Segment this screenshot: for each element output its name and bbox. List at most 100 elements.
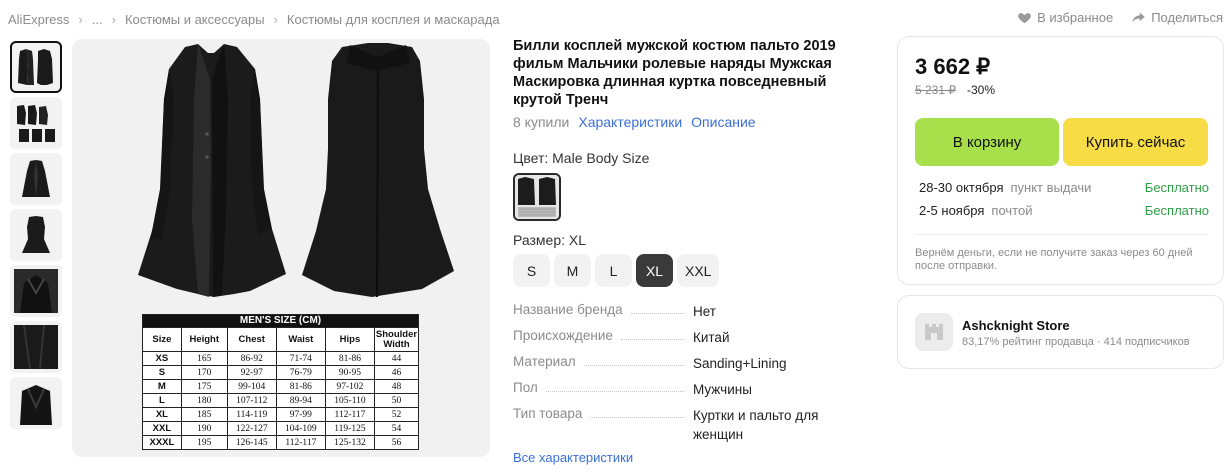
size-chart-header: Chest: [226, 327, 277, 352]
size-chart-header: Waist: [275, 327, 326, 352]
coat-image: [14, 269, 58, 313]
store-logo: [915, 313, 953, 351]
store-subscribers: 414 подписчиков: [1103, 336, 1190, 348]
thumbnail-5[interactable]: [10, 265, 62, 317]
size-option-xl[interactable]: XL: [636, 254, 673, 287]
table-cell: 81-86: [324, 351, 376, 366]
thumbnail-4[interactable]: [10, 209, 62, 261]
share-label: Поделиться: [1151, 10, 1223, 25]
table-row: M 175 99-104 81-86 97-102 48: [142, 379, 419, 394]
table-row: S 170 92-97 76-79 90-95 46: [142, 365, 419, 380]
thumbnail-6[interactable]: [10, 321, 62, 373]
main-product-image[interactable]: MEN'S SIZE (CM) Size Height Chest Waist …: [72, 39, 490, 457]
spec-row: Пол Мужчины: [513, 380, 853, 406]
table-cell: 46: [374, 365, 419, 380]
divider: [915, 234, 1208, 235]
table-cell: 92-97: [226, 365, 277, 380]
breadcrumb-item-cosplay[interactable]: Костюмы для косплея и маскарада: [287, 12, 500, 27]
thumbnail-7[interactable]: [10, 377, 62, 429]
thumbnail-3[interactable]: [10, 153, 62, 205]
spec-key: Пол: [513, 380, 538, 395]
store-card[interactable]: Ashcknight Store 83,17% рейтинг продавца…: [897, 295, 1224, 369]
chevron-right-icon: ›: [78, 11, 83, 27]
store-stats: 83,17% рейтинг продавца · 414 подписчико…: [962, 336, 1190, 348]
delivery-date: 2-5 ноября: [919, 203, 985, 218]
table-cell: 114-119: [226, 407, 277, 422]
table-cell: 71-74: [275, 351, 326, 366]
table-cell: L: [142, 393, 182, 408]
size-chart-header: Shoulder Width: [374, 327, 419, 352]
table-cell: 81-86: [275, 379, 326, 394]
coat-image: [17, 105, 55, 142]
table-cell: 90-95: [324, 365, 376, 380]
spec-key: Тип товара: [513, 406, 583, 421]
delivery-price: Бесплатно: [1144, 203, 1209, 218]
refund-note: Вернём деньги, если не получите заказ че…: [915, 247, 1193, 272]
table-cell: 170: [180, 365, 228, 380]
spec-value: Китай: [693, 330, 730, 345]
size-option-m[interactable]: M: [554, 254, 591, 287]
size-option-l[interactable]: L: [595, 254, 632, 287]
store-name[interactable]: Ashcknight Store: [962, 318, 1070, 333]
buy-box: 3 662 ₽ 5 231 ₽ -30% В корзину Купить се…: [897, 36, 1224, 285]
table-row: XXL 190 122-127 104-109 119-125 54: [142, 421, 419, 436]
table-cell: 112-117: [275, 435, 326, 450]
delivery-option[interactable]: 2-5 ноября почтой Бесплатно: [919, 203, 1209, 218]
size-selector: S M L XL XXL: [513, 254, 720, 287]
add-to-cart-button[interactable]: В корзину: [915, 118, 1059, 166]
thumbnail-list: [10, 41, 64, 433]
discount-badge: -30%: [967, 83, 996, 97]
favorite-button[interactable]: В избранное: [1017, 10, 1113, 25]
spec-value: Sanding+Lining: [693, 356, 787, 371]
size-chart-header: Height: [180, 327, 228, 352]
table-cell: 195: [180, 435, 228, 450]
price: 3 662 ₽: [915, 54, 991, 79]
table-cell: 185: [180, 407, 228, 422]
size-chart-table: MEN'S SIZE (CM) Size Height Chest Waist …: [142, 314, 419, 450]
table-cell: 104-109: [275, 421, 326, 436]
spec-value: Куртки и пальто для женщин: [693, 408, 819, 442]
coat-image: [22, 160, 50, 197]
breadcrumb-item-home[interactable]: AliExpress: [8, 12, 69, 27]
table-cell: 97-99: [275, 407, 326, 422]
buy-now-button[interactable]: Купить сейчас: [1063, 118, 1208, 166]
thumbnail-2[interactable]: [10, 97, 62, 149]
delivery-price: Бесплатно: [1144, 180, 1209, 195]
dot-separator: ·: [1096, 336, 1104, 348]
color-label: Цвет: Male Body Size: [513, 150, 650, 166]
table-cell: XL: [142, 407, 182, 422]
table-cell: 97-102: [324, 379, 376, 394]
table-cell: 89-94: [275, 393, 326, 408]
chevron-right-icon: ›: [111, 11, 116, 27]
favorite-label: В избранное: [1037, 10, 1114, 25]
table-cell: 54: [374, 421, 419, 436]
breadcrumb-item-costumes[interactable]: Костюмы и аксессуары: [125, 12, 265, 27]
color-swatch-male-body-size[interactable]: [513, 173, 561, 221]
characteristics-link[interactable]: Характеристики: [578, 114, 682, 130]
table-cell: 50: [374, 393, 419, 408]
table-cell: 119-125: [324, 421, 376, 436]
size-chart-header: Size: [142, 327, 182, 352]
delivery-date: 28-30 октября: [919, 180, 1004, 195]
size-option-xxl[interactable]: XXL: [677, 254, 720, 287]
table-cell: 44: [374, 351, 419, 366]
breadcrumb-item-ellipsis[interactable]: ...: [92, 12, 103, 27]
table-cell: 122-127: [226, 421, 277, 436]
all-specs-link[interactable]: Все характеристики: [513, 450, 633, 465]
coat-image: [20, 385, 52, 425]
chevron-right-icon: ›: [273, 11, 278, 27]
table-row: L 180 107-112 89-94 105-110 50: [142, 393, 419, 408]
spec-value: Нет: [693, 304, 716, 319]
old-price: 5 231 ₽: [915, 83, 956, 97]
share-button[interactable]: Поделиться: [1131, 10, 1223, 25]
size-option-s[interactable]: S: [513, 254, 550, 287]
bought-count: 8 купили: [513, 114, 570, 130]
spec-row: Тип товара Куртки и пальто для женщин: [513, 406, 853, 450]
thumbnail-1[interactable]: [10, 41, 62, 93]
description-link[interactable]: Описание: [691, 114, 755, 130]
delivery-option[interactable]: 28-30 октября пункт выдачи Бесплатно: [919, 180, 1209, 195]
spec-row: Происхождение Китай: [513, 328, 853, 354]
table-row: XL 185 114-119 97-99 112-117 52: [142, 407, 419, 422]
top-actions: В избранное Поделиться: [1017, 10, 1223, 25]
spec-key: Материал: [513, 354, 576, 369]
